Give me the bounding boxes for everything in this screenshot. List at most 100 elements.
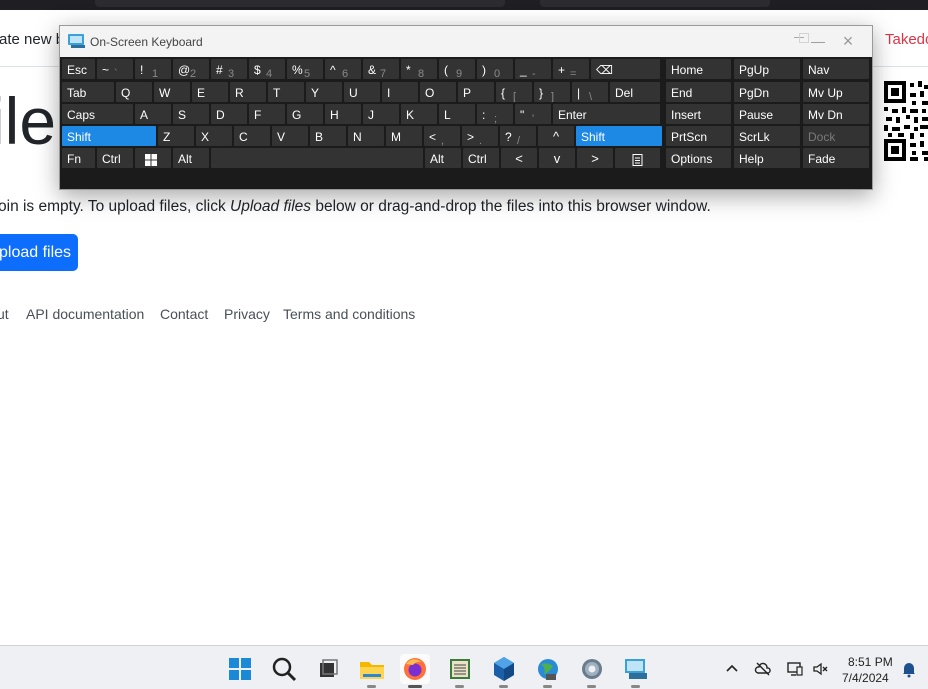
key-r[interactable]: R (230, 82, 266, 102)
key-alt[interactable]: Alt (173, 148, 209, 168)
key-t[interactable]: T (268, 82, 304, 102)
key-[interactable]: @2 (173, 59, 209, 79)
nav-key-nav[interactable]: Nav (803, 59, 869, 79)
key-[interactable]: #3 (211, 59, 247, 79)
nav-key-pgup[interactable]: PgUp (734, 59, 800, 79)
key-[interactable]: | \ (572, 82, 608, 102)
clock-date[interactable]: 7/4/2024 (842, 671, 889, 685)
key-g[interactable]: G (287, 104, 323, 124)
create-new-bin-link[interactable]: ate new b (0, 31, 64, 48)
key-[interactable]: + = (553, 59, 589, 79)
key-[interactable]: _ - (515, 59, 551, 79)
virtualbox-icon[interactable] (489, 654, 519, 684)
nav-key-help[interactable]: Help (734, 148, 800, 168)
up-arrow-key[interactable]: ^ (538, 126, 574, 146)
key-[interactable]: }] (534, 82, 570, 102)
key-[interactable]: >. (462, 126, 498, 146)
task-view-icon[interactable] (312, 654, 342, 684)
nav-key-scrlk[interactable]: ScrLk (734, 126, 800, 146)
key-v[interactable]: V (272, 126, 308, 146)
key-ctrl[interactable]: Ctrl (97, 148, 133, 168)
nav-key-mv-up[interactable]: Mv Up (803, 82, 869, 102)
file-explorer-icon[interactable] (357, 654, 387, 684)
key-[interactable]: <, (424, 126, 460, 146)
key-i[interactable]: I (382, 82, 418, 102)
nav-key-prtscn[interactable]: PrtScn (666, 126, 731, 146)
key-e[interactable]: E (192, 82, 228, 102)
nav-key-mv-dn[interactable]: Mv Dn (803, 104, 869, 124)
nav-key-pgdn[interactable]: PgDn (734, 82, 800, 102)
footer-link-api-documentation[interactable]: API documentation (26, 306, 144, 322)
key-w[interactable]: W (154, 82, 190, 102)
nav-key-home[interactable]: Home (666, 59, 731, 79)
windows-start-icon[interactable] (225, 654, 255, 684)
key-esc[interactable]: Esc (62, 59, 95, 79)
settings-icon[interactable] (577, 654, 607, 684)
key-shift[interactable]: Shift (62, 126, 156, 146)
windows-key[interactable] (135, 148, 171, 168)
key-m[interactable]: M (386, 126, 422, 146)
menu-key[interactable] (615, 148, 660, 168)
speaker-muted-icon[interactable] (812, 660, 830, 678)
chevron-up-icon[interactable] (723, 660, 741, 678)
key-a[interactable]: A (135, 104, 171, 124)
nav-key-fade[interactable]: Fade (803, 148, 869, 168)
key-b[interactable]: B (310, 126, 346, 146)
key-o[interactable]: O (420, 82, 456, 102)
key-l[interactable]: L (439, 104, 475, 124)
key-c[interactable]: C (234, 126, 270, 146)
key-[interactable]: ^ 6 (325, 59, 361, 79)
key-k[interactable]: K (401, 104, 437, 124)
search-icon[interactable] (269, 654, 299, 684)
key-f[interactable]: F (249, 104, 285, 124)
nav-key-end[interactable]: End (666, 82, 731, 102)
footer-link-contact[interactable]: Contact (160, 306, 208, 322)
app-icon[interactable] (445, 654, 475, 684)
key-caps[interactable]: Caps (62, 104, 133, 124)
right-arrow-key[interactable]: > (577, 148, 613, 168)
key-fn[interactable]: Fn (62, 148, 95, 168)
key-ctrl[interactable]: Ctrl (463, 148, 499, 168)
key-z[interactable]: Z (158, 126, 194, 146)
key-[interactable]: & 7 (363, 59, 399, 79)
key-y[interactable]: Y (306, 82, 342, 102)
cloud-offline-icon[interactable] (754, 660, 772, 678)
space-key[interactable] (211, 148, 423, 168)
key-s[interactable]: S (173, 104, 209, 124)
nav-key-insert[interactable]: Insert (666, 104, 731, 124)
display-icon[interactable] (786, 660, 804, 678)
key-[interactable]: $4 (249, 59, 285, 79)
key-[interactable]: * 8 (401, 59, 437, 79)
key-[interactable]: % 5 (287, 59, 323, 79)
key-tab[interactable]: Tab (62, 82, 114, 102)
footer-link-privacy[interactable]: Privacy (224, 306, 270, 322)
key-enter[interactable]: Enter (553, 104, 660, 124)
backspace-key[interactable]: ⌫ (591, 59, 660, 79)
clock-time[interactable]: 8:51 PM (848, 655, 893, 669)
key-d[interactable]: D (211, 104, 247, 124)
on-screen-keyboard-icon[interactable] (621, 654, 651, 684)
maximize-box-icon[interactable] (799, 33, 809, 43)
notification-bell-icon[interactable] (900, 660, 918, 678)
key-x[interactable]: X (196, 126, 232, 146)
key-n[interactable]: N (348, 126, 384, 146)
network-globe-icon[interactable] (533, 654, 563, 684)
key-alt[interactable]: Alt (425, 148, 461, 168)
key-u[interactable]: U (344, 82, 380, 102)
takedown-link[interactable]: Takedo (885, 31, 928, 48)
key-j[interactable]: J (363, 104, 399, 124)
key-[interactable]: :; (477, 104, 513, 124)
key-[interactable]: ) 0 (477, 59, 513, 79)
key-[interactable]: {[ (496, 82, 532, 102)
browser-tab[interactable] (540, 0, 770, 7)
key-q[interactable]: Q (116, 82, 152, 102)
key-[interactable]: ~ ` (97, 59, 133, 79)
footer-link-about[interactable]: ut (0, 306, 9, 322)
nav-key-options[interactable]: Options (666, 148, 731, 168)
down-arrow-key[interactable]: v (539, 148, 575, 168)
key-del[interactable]: Del (610, 82, 660, 102)
key-[interactable]: ? / (500, 126, 536, 146)
nav-key-pause[interactable]: Pause (734, 104, 800, 124)
key-[interactable]: " ' (515, 104, 551, 124)
minimize-icon[interactable]: — (808, 31, 828, 51)
